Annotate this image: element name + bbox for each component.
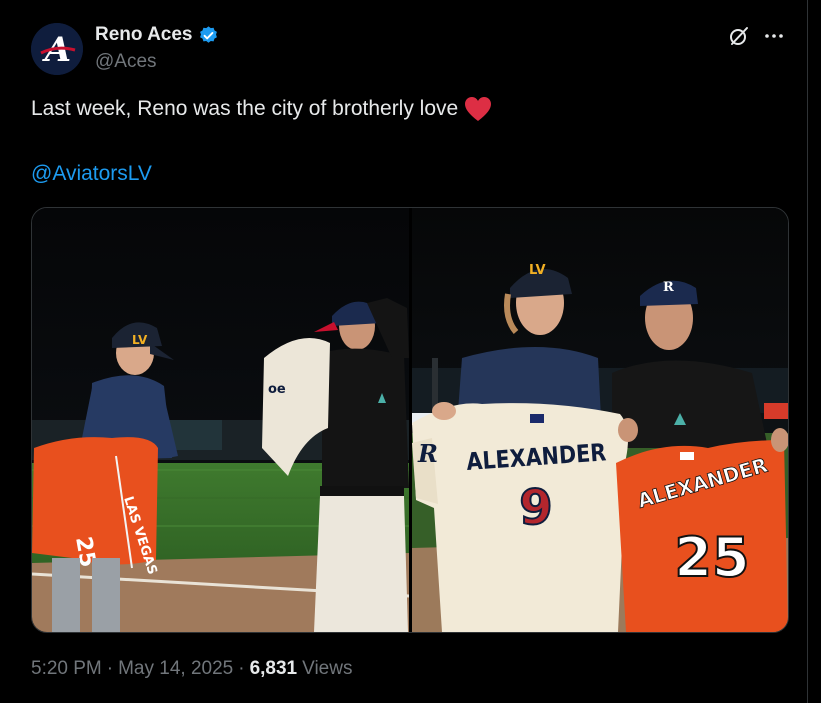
meta-separator: · xyxy=(106,658,114,679)
svg-text:R: R xyxy=(417,439,438,468)
media-grid: LV LAS VEGAS 25 oe LV R R ALEXANDER 9 AL… xyxy=(31,207,789,633)
author-handle[interactable]: @Aces xyxy=(95,51,157,73)
svg-text:25: 25 xyxy=(674,526,749,589)
more-icon[interactable] xyxy=(762,24,786,48)
meta-separator: · xyxy=(238,658,245,679)
photo-2[interactable]: LV R R ALEXANDER 9 ALEXANDER 25 xyxy=(412,208,788,632)
svg-text:LV: LV xyxy=(132,333,148,347)
views-label: Views xyxy=(302,658,353,679)
grok-icon[interactable] xyxy=(727,24,751,48)
aces-logo-icon: A xyxy=(31,23,83,75)
author-avatar[interactable]: A xyxy=(31,23,83,75)
author-display-name[interactable]: Reno Aces xyxy=(95,24,193,46)
svg-text:9: 9 xyxy=(519,480,552,536)
tweet-date[interactable]: May 14, 2025 xyxy=(118,658,233,680)
photo-1[interactable]: LV LAS VEGAS 25 oe xyxy=(32,208,410,632)
author-name-row: Reno Aces xyxy=(95,24,219,46)
heart-emoji-icon xyxy=(464,96,492,122)
tweet-meta: 5:20 PM · May 14, 2025 · 6,831 Views xyxy=(31,658,352,680)
mention-link[interactable]: @AviatorsLV xyxy=(31,162,152,186)
tweet-text: Last week, Reno was the city of brotherl… xyxy=(31,96,492,122)
views-count[interactable]: 6,831 xyxy=(250,658,298,680)
tweet-time[interactable]: 5:20 PM xyxy=(31,658,102,680)
svg-text:R: R xyxy=(663,280,674,295)
timeline-border xyxy=(807,0,808,703)
verified-badge-icon xyxy=(198,25,219,46)
svg-text:LV: LV xyxy=(529,263,546,278)
tweet-text-content: Last week, Reno was the city of brotherl… xyxy=(31,97,459,120)
svg-text:oe: oe xyxy=(268,382,286,397)
